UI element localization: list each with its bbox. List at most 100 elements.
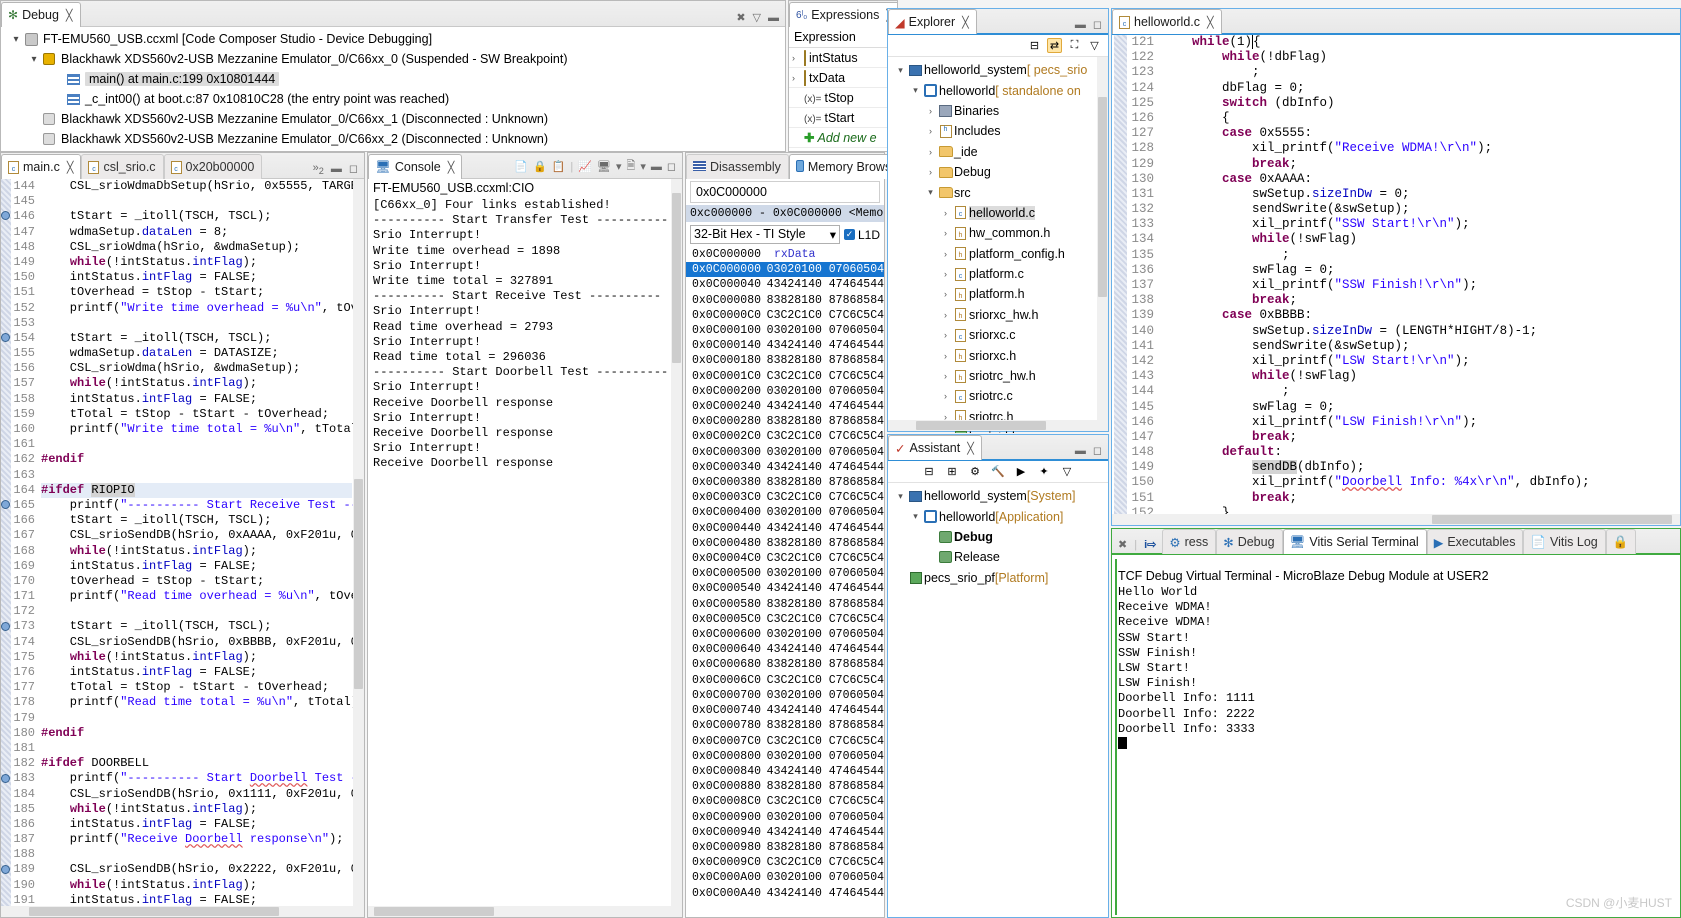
memory-row[interactable]: 0x0C000680 83828180 87868584 [686, 657, 884, 672]
memory-value[interactable]: 83828180 87868584 [767, 414, 884, 429]
memory-value[interactable]: 03020100 07060504 [767, 688, 884, 703]
memory-value[interactable]: C3C2C1C0 C7C6C5C4 [767, 612, 884, 627]
pin-console-icon[interactable]: 📋 [552, 160, 566, 173]
breakpoint-icon[interactable] [1, 211, 11, 223]
memory-value[interactable]: 03020100 07060504 [767, 323, 884, 338]
tree-item-pecs-srio-pf[interactable]: pecs_srio_pf [Platform] [888, 568, 1108, 588]
close-icon[interactable]: ╳ [67, 161, 74, 174]
code-line[interactable]: printf("Read time total = %u\n", tTotal)… [41, 695, 364, 710]
code-line[interactable]: tOverhead = tStop - tStart; [41, 285, 352, 300]
tree-item-helloworld-system[interactable]: ▾ helloworld_system [ pecs_srio [888, 60, 1108, 80]
memory-row[interactable]: 0x0C000540 43424140 47464544 [686, 581, 884, 596]
memory-row[interactable]: 0x0C0009C0 C3C2C1C0 C7C6C5C4 [686, 855, 884, 870]
code-line[interactable]: CSL_srioSendDB(hSrio, 0xAAAA, 0xF201u, 0… [41, 528, 364, 543]
code-line[interactable]: intStatus.intFlag = FALSE; [41, 270, 352, 285]
tree-item-binaries[interactable]: › Binaries [888, 101, 1108, 121]
memory-address-input[interactable]: 0x0C000000 [690, 181, 880, 203]
expand-arrow-icon[interactable]: ▾ [909, 511, 922, 522]
chevron-down-icon[interactable]: ▽ [1060, 464, 1075, 479]
maximize-icon[interactable]: ◻ [1093, 18, 1102, 31]
assistant-tree[interactable]: ▾ helloworld_system [System] ▾ helloworld [… [888, 483, 1108, 588]
explorer-hscrollbar[interactable] [888, 420, 1108, 431]
expand-arrow-icon[interactable]: › [939, 351, 952, 361]
tree-item-helloworld-system[interactable]: ▾ helloworld_system [System] [888, 486, 1108, 506]
memory-value[interactable]: C3C2C1C0 C7C6C5C4 [767, 308, 884, 323]
memory-row[interactable]: 0x0C000500 03020100 07060504 [686, 566, 884, 581]
memory-value[interactable]: 03020100 07060504 [766, 262, 884, 278]
minimize-icon[interactable]: ▬ [651, 161, 662, 173]
memory-value[interactable]: C3C2C1C0 C7C6C5C4 [767, 855, 884, 870]
code-line[interactable]: #ifdef DOORBELL [41, 756, 352, 771]
expand-arrow-icon[interactable]: › [792, 73, 804, 83]
view-menu-icon[interactable]: ▽ [753, 11, 761, 24]
explorer-vscrollbar[interactable] [1097, 57, 1108, 421]
code-line[interactable]: tStart = _itoll(TSCH, TSCL); [41, 209, 352, 224]
collapse-all-icon[interactable]: ⊟ [922, 464, 937, 479]
view-menu-icon[interactable]: ⛶ [1067, 38, 1082, 53]
memory-row[interactable]: 0x0C000040 43424140 47464544 [686, 277, 884, 292]
expression-row[interactable]: ✚ Add new e [789, 128, 897, 148]
code-line[interactable]: wdmaSetup.dataLen = 8; [41, 225, 352, 240]
scroll-thumb[interactable] [354, 479, 363, 689]
debug-tree-row[interactable]: ▾ Blackhawk XDS560v2-USB Mezzanine Emulat… [3, 49, 785, 69]
expand-arrow-icon[interactable]: › [924, 106, 937, 116]
memory-value[interactable]: 03020100 07060504 [767, 445, 884, 460]
memory-value[interactable]: 43424140 47464544 [767, 399, 884, 414]
memory-value[interactable]: 43424140 47464544 [767, 521, 884, 536]
code-line[interactable]: CSL_srioSendDB(hSrio, 0xBBBB, 0xF201u, 0… [41, 635, 364, 650]
chevron-down-icon[interactable]: ▾ [830, 227, 836, 242]
memory-row[interactable]: 0x0C0002C0 C3C2C1C0 C7C6C5C4 [686, 429, 884, 444]
debug-tree-row[interactable]: Blackhawk XDS560v2-USB Mezzanine Emulato… [3, 109, 785, 129]
close-icon[interactable]: ╳ [1207, 16, 1214, 29]
tree-item-debug[interactable]: Debug [888, 527, 1108, 547]
close-icon[interactable]: ╳ [448, 161, 455, 174]
tree-item-src[interactable]: ▾ src [888, 182, 1108, 202]
code-line[interactable]: while(1){ [1162, 35, 1668, 50]
code-line[interactable]: printf("Receive Doorbell response\n"); [41, 832, 352, 847]
memory-format-select[interactable]: 32-Bit Hex - TI Style ▾ [690, 225, 840, 244]
remove-terminal-icon[interactable]: ✖ [1118, 538, 1127, 551]
tab-debug[interactable]: ✻ Debug [1216, 529, 1283, 554]
checkbox-icon[interactable]: ✓ [843, 229, 855, 240]
code-line[interactable]: case 0x5555: [1162, 126, 1668, 141]
console-hscrollbar[interactable] [368, 906, 682, 917]
code-line[interactable]: tTotal = tStop - tStart - tOverhead; [41, 680, 352, 695]
tree-item-platform-h[interactable]: › h platform.h [888, 284, 1108, 304]
memory-value[interactable]: 43424140 47464544 [767, 886, 884, 901]
expand-arrow-icon[interactable]: › [939, 310, 952, 320]
memory-row[interactable]: 0x0C000780 83828180 87868584 [686, 718, 884, 733]
tree-item-sriorxc-h[interactable]: › h sriorxc.h [888, 345, 1108, 365]
memory-row[interactable]: 0x0C0007C0 C3C2C1C0 C7C6C5C4 [686, 734, 884, 749]
memory-row[interactable]: 0x0C000380 83828180 87868584 [686, 475, 884, 490]
memory-row[interactable]: 0x0C000740 43424140 47464544 [686, 703, 884, 718]
minimize-icon[interactable]: ▬ [1075, 19, 1086, 31]
expand-arrow-icon[interactable]: › [939, 269, 952, 279]
tab-helloworld-c[interactable]: c helloworld.c ╳ [1112, 9, 1222, 34]
memory-row[interactable]: 0x0C0003C0 C3C2C1C0 C7C6C5C4 [686, 490, 884, 505]
code-line[interactable]: while(!intStatus.intFlag); [41, 650, 352, 665]
code-line[interactable]: while(!intStatus.intFlag); [41, 544, 352, 559]
memory-l1d-toggle[interactable]: ✓ L1D [843, 228, 880, 242]
code-line[interactable]: printf("---------- Start Doorbell Test -… [41, 771, 364, 786]
code-line[interactable]: dbFlag = 0; [1162, 81, 1668, 96]
code-line[interactable]: tStart = _itoll(TSCH, TSCL); [41, 331, 352, 346]
code-line[interactable]: xil_printf("SSW Start!\r\n"); [1162, 217, 1668, 232]
memory-row[interactable]: 0x0C000A00 03020100 07060504 [686, 870, 884, 885]
memory-value[interactable]: 83828180 87868584 [767, 293, 884, 308]
tree-item-sriorxc-c[interactable]: › c sriorxc.c [888, 325, 1108, 345]
breakpoint-icon[interactable] [1, 500, 11, 512]
code-line[interactable]: tTotal = tStop - tStart - tOverhead; [41, 407, 352, 422]
memory-value[interactable]: 03020100 07060504 [767, 749, 884, 764]
memory-value[interactable]: 03020100 07060504 [767, 810, 884, 825]
code-line[interactable]: { [1162, 111, 1668, 126]
scroll-thumb[interactable] [29, 907, 279, 916]
link-editor-icon[interactable]: ⇄ [1047, 38, 1062, 53]
memory-value[interactable]: 83828180 87868584 [767, 840, 884, 855]
memory-row[interactable]: 0x0C0005C0 C3C2C1C0 C7C6C5C4 [686, 612, 884, 627]
breakpoint-icon[interactable] [1, 773, 11, 786]
code-line[interactable]: xil_printf("Doorbell Info: %4x\r\n", dbI… [1162, 475, 1668, 490]
memory-value[interactable]: 43424140 47464544 [767, 825, 884, 840]
memory-row[interactable]: 0x0C000140 43424140 47464544 [686, 338, 884, 353]
memory-row[interactable]: 0x0C000800 03020100 07060504 [686, 749, 884, 764]
code-line[interactable]: break; [1162, 157, 1668, 172]
